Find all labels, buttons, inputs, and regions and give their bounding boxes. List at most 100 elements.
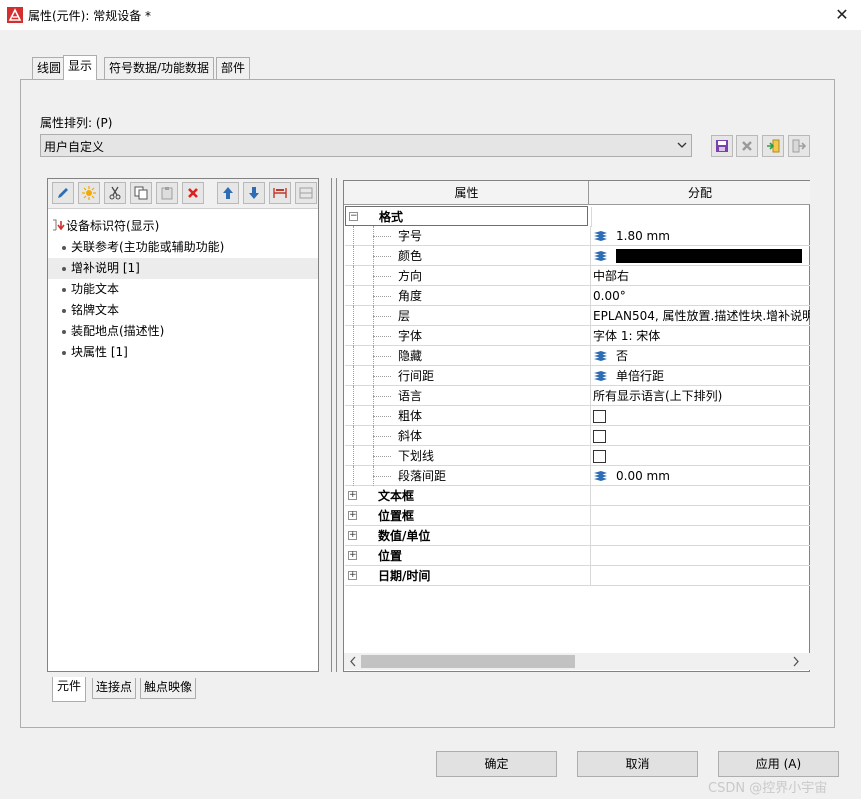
expand-icon[interactable]: + bbox=[348, 571, 357, 580]
grid-cell[interactable]: 0.00 mm bbox=[590, 466, 810, 486]
grid-cell[interactable] bbox=[590, 426, 810, 446]
expand-icon[interactable]: + bbox=[348, 551, 357, 560]
merge-button[interactable] bbox=[295, 182, 317, 204]
expand-icon[interactable]: + bbox=[348, 511, 357, 520]
grid-row[interactable]: 隐藏 否 bbox=[345, 346, 810, 366]
grid-group-row[interactable]: + 位置 bbox=[345, 546, 810, 566]
grid-cell[interactable] bbox=[590, 446, 810, 466]
tree-item[interactable]: 关联参考(主功能或辅助功能) bbox=[48, 237, 318, 258]
tree-item[interactable]: 功能文本 bbox=[48, 279, 318, 300]
scrollbar-thumb[interactable] bbox=[361, 655, 575, 668]
layers-icon bbox=[594, 231, 607, 241]
chevron-right-icon[interactable] bbox=[790, 653, 802, 670]
checkbox[interactable] bbox=[593, 430, 606, 443]
grid-cell[interactable]: 1.80 mm bbox=[590, 226, 810, 246]
save-scheme-button[interactable] bbox=[711, 135, 733, 157]
cancel-button[interactable]: 取消 bbox=[577, 751, 698, 777]
grid-group-row[interactable]: − 格式 bbox=[345, 206, 592, 227]
grid-row[interactable]: 粗体 bbox=[345, 406, 810, 426]
copy-button[interactable] bbox=[130, 182, 152, 204]
grid-cell-name: 斜体 bbox=[398, 429, 423, 443]
grid-row[interactable]: 颜色 bbox=[345, 246, 810, 266]
sort-select[interactable] bbox=[40, 134, 692, 157]
ok-button[interactable]: 确定 bbox=[436, 751, 557, 777]
delete-scheme-button[interactable] bbox=[736, 135, 758, 157]
import-scheme-button[interactable] bbox=[762, 135, 784, 157]
move-up-button[interactable] bbox=[217, 182, 239, 204]
grid-cell[interactable]: EPLAN504, 属性放置.描述性块.增补说明 bbox=[590, 306, 810, 326]
group-label: 格式 bbox=[379, 210, 404, 224]
grid-row[interactable]: 段落间距 0.00 mm bbox=[345, 466, 810, 486]
delete-attribute-button[interactable] bbox=[182, 182, 204, 204]
tree-item[interactable]: 块属性 [1] bbox=[48, 342, 318, 363]
apply-button[interactable]: 应用 (A) bbox=[718, 751, 839, 777]
grid-cell-name: 粗体 bbox=[398, 409, 423, 423]
collapse-icon[interactable]: − bbox=[349, 212, 358, 221]
export-scheme-button[interactable] bbox=[788, 135, 810, 157]
column-header-assignment[interactable]: 分配 bbox=[590, 181, 810, 205]
tree-item-label: 装配地点(描述性) bbox=[71, 324, 165, 338]
group-label: 位置 bbox=[378, 549, 403, 563]
chevron-left-icon[interactable] bbox=[347, 653, 359, 670]
column-header-property[interactable]: 属性 bbox=[345, 181, 589, 205]
grid-row[interactable]: 字体 字体 1: 宋体 bbox=[345, 326, 810, 346]
grid-row[interactable]: 角度 0.00° bbox=[345, 286, 810, 306]
checkbox[interactable] bbox=[593, 410, 606, 423]
sun-icon bbox=[82, 186, 96, 200]
copy-icon bbox=[134, 186, 148, 200]
tab-connection-points[interactable]: 连接点 bbox=[92, 678, 137, 699]
tab-element[interactable]: 元件 bbox=[52, 677, 87, 702]
tree-item[interactable]: 装配地点(描述性) bbox=[48, 321, 318, 342]
tree-item-selected[interactable]: 增补说明 [1] bbox=[48, 258, 318, 279]
splitter[interactable] bbox=[336, 178, 337, 672]
grid-cell-value: 字体 1: 宋体 bbox=[593, 329, 661, 343]
bullet-icon bbox=[62, 329, 66, 334]
expand-icon[interactable]: + bbox=[348, 531, 357, 540]
new-button[interactable] bbox=[78, 182, 100, 204]
grid-cell[interactable] bbox=[590, 246, 810, 266]
grid-row[interactable]: 方向 中部右 bbox=[345, 266, 810, 286]
grid-group-row[interactable]: + 日期/时间 bbox=[345, 566, 810, 586]
grid-row[interactable]: 斜体 bbox=[345, 426, 810, 446]
group-value bbox=[591, 207, 811, 227]
expand-icon[interactable]: + bbox=[348, 491, 357, 500]
split-button[interactable] bbox=[269, 182, 291, 204]
tab-symbol-function-data[interactable]: 符号数据/功能数据 bbox=[104, 57, 215, 79]
cut-button[interactable] bbox=[104, 182, 126, 204]
tab-parts[interactable]: 部件 bbox=[216, 57, 251, 79]
grid-cell[interactable] bbox=[590, 406, 810, 426]
tab-contact-image[interactable]: 触点映像 bbox=[140, 678, 197, 699]
grid-row[interactable]: 行间距 单倍行距 bbox=[345, 366, 810, 386]
tab-display[interactable]: 显示 bbox=[63, 55, 98, 80]
move-down-button[interactable] bbox=[243, 182, 265, 204]
layers-icon bbox=[594, 251, 607, 261]
grid-cell[interactable]: 否 bbox=[590, 346, 810, 366]
paste-button[interactable] bbox=[156, 182, 178, 204]
grid-row[interactable]: 层 EPLAN504, 属性放置.描述性块.增补说明 bbox=[345, 306, 810, 326]
tree-guide bbox=[373, 296, 391, 297]
tree-item-device-tag[interactable]: 设备标识符(显示) bbox=[48, 216, 318, 237]
checkbox[interactable] bbox=[593, 450, 606, 463]
tab-wiring[interactable]: 线圆 bbox=[32, 57, 67, 79]
grid-row[interactable]: 下划线 bbox=[345, 446, 810, 466]
paste-icon bbox=[161, 187, 173, 200]
grid-group-row[interactable]: + 数值/单位 bbox=[345, 526, 810, 546]
arrow-up-icon bbox=[223, 187, 233, 199]
group-value bbox=[590, 526, 810, 546]
grid-cell[interactable]: 字体 1: 宋体 bbox=[590, 326, 810, 346]
grid-cell[interactable]: 中部右 bbox=[590, 266, 810, 286]
grid-group-row[interactable]: + 文本框 bbox=[345, 486, 810, 506]
color-swatch[interactable] bbox=[616, 249, 802, 263]
grid-row[interactable]: 字号 1.80 mm bbox=[345, 226, 810, 246]
grid-cell[interactable]: 所有显示语言(上下排列) bbox=[590, 386, 810, 406]
grid-cell-value: 0.00 mm bbox=[616, 469, 670, 483]
grid-cell[interactable]: 0.00° bbox=[590, 286, 810, 306]
edit-button[interactable] bbox=[52, 182, 74, 204]
grid-cell[interactable]: 单倍行距 bbox=[590, 366, 810, 386]
grid-row[interactable]: 语言 所有显示语言(上下排列) bbox=[345, 386, 810, 406]
close-button[interactable]: ✕ bbox=[826, 2, 858, 28]
tree-item[interactable]: 铭牌文本 bbox=[48, 300, 318, 321]
splitter[interactable] bbox=[331, 178, 332, 672]
grid-group-row[interactable]: + 位置框 bbox=[345, 506, 810, 526]
split-icon bbox=[273, 188, 287, 198]
